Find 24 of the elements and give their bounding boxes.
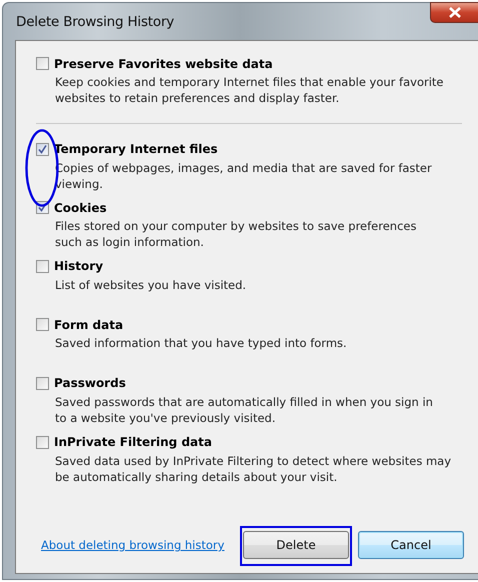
cancel-button[interactable]: Cancel — [358, 531, 464, 559]
option-label[interactable]: Passwords — [54, 376, 126, 390]
close-button[interactable] — [430, 2, 478, 23]
help-link[interactable]: About deleting browsing history — [41, 538, 224, 552]
option-description: Saved data used by InPrivate Filtering to detect where websites may be automatically sharing details about your visit. — [55, 452, 452, 485]
delete-button[interactable]: Delete — [243, 531, 349, 559]
option-label[interactable]: Cookies — [54, 200, 107, 215]
option-description: Saved passwords that are automatically filled in when you sign in to a website you've previously visited. — [55, 394, 434, 426]
checkbox[interactable] — [36, 436, 49, 449]
close-icon — [448, 7, 460, 18]
option-description: Saved information that you have typed into forms. — [55, 335, 348, 352]
option-description: List of websites you have visited. — [55, 276, 248, 293]
option-label[interactable]: Preserve Favorites website data — [54, 56, 273, 70]
option-label[interactable]: Form data — [54, 318, 124, 332]
option-label[interactable]: InPrivate Filtering data — [54, 435, 212, 450]
checkbox[interactable] — [36, 376, 49, 390]
window-title: Delete Browsing History — [16, 14, 174, 30]
checkbox[interactable] — [36, 142, 49, 156]
option-label[interactable]: History — [54, 259, 104, 274]
checkbox[interactable] — [36, 260, 49, 273]
checkbox[interactable] — [36, 318, 49, 332]
option-description: Keep cookies and temporary Internet files that enable your favorite websites to retain preferences and display faster. — [55, 74, 445, 106]
checkbox[interactable] — [36, 57, 49, 70]
option-description: Files stored on your computer by websites to save preferences such as login information. — [55, 218, 418, 250]
